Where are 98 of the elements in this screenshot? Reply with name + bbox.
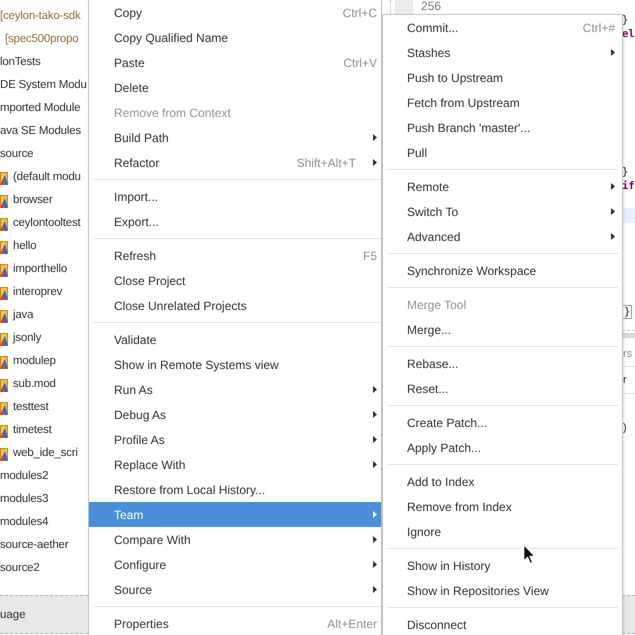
tree-item[interactable]: sub.mod (0, 373, 56, 396)
tree-item[interactable]: java (0, 304, 34, 327)
package-icon (0, 194, 8, 208)
code-text: } (622, 13, 628, 27)
keyboard-shortcut: Ctrl+# (582, 20, 615, 34)
package-icon (0, 170, 8, 184)
package-icon (0, 424, 8, 438)
tree-item[interactable]: interoprev (0, 281, 62, 304)
menu-item[interactable]: Reset... (383, 376, 622, 401)
package-icon (0, 378, 8, 392)
menu-item[interactable]: Copy Ctrl+C (89, 0, 381, 25)
menu-item[interactable]: Delete (89, 75, 381, 100)
menu-item[interactable]: Push Branch 'master'... (383, 115, 622, 140)
menu-item[interactable]: Add to Index (383, 469, 622, 494)
menu-item[interactable]: Debug As (89, 402, 381, 427)
code-text: if (622, 179, 635, 193)
menu-item[interactable]: Compare With (89, 527, 381, 552)
tree-item[interactable]: mported Module (0, 97, 80, 120)
keyboard-shortcut: F5 (362, 248, 377, 262)
tree-item[interactable]: ceylontooltest (0, 212, 81, 235)
menu-item[interactable]: Disconnect (383, 612, 622, 635)
tree-item[interactable]: modules2 (0, 465, 48, 488)
editor-gutter (395, 0, 413, 14)
tree-item[interactable]: web_ide_scri (0, 442, 78, 465)
package-icon (0, 332, 8, 346)
keyboard-shortcut: Shift+Alt+T (296, 156, 356, 170)
menu-item[interactable]: Rebase... (383, 351, 622, 376)
tree-item[interactable]: testtest (0, 396, 48, 419)
column-header: r (623, 374, 627, 386)
package-icon (0, 240, 8, 254)
menu-item[interactable]: Ignore (383, 519, 622, 544)
current-line-highlight (622, 208, 635, 223)
package-icon (0, 262, 8, 276)
menu-item[interactable]: Import... (89, 184, 381, 209)
menu-item[interactable]: Show in Remote Systems view (89, 352, 381, 377)
tree-item[interactable]: modulep (0, 350, 56, 373)
menu-item[interactable]: Synchronize Workspace (383, 258, 622, 283)
menu-item[interactable]: Fetch from Upstream (383, 90, 622, 115)
menu-item[interactable]: Remote (383, 174, 622, 199)
package-icon (0, 400, 8, 414)
menu-item[interactable]: Profile As (89, 427, 381, 452)
menu-item[interactable]: Close Project (89, 268, 381, 293)
tree-item[interactable]: modules4 (0, 511, 48, 534)
keyboard-shortcut: Alt+Enter (327, 616, 377, 630)
table-cell: ) (623, 422, 627, 434)
menu-item[interactable]: Switch To (383, 199, 622, 224)
menu-item[interactable]: Apply Patch... (383, 435, 622, 460)
tree-item[interactable]: importhello (0, 258, 68, 281)
panel-title: uage (0, 608, 26, 620)
package-icon (0, 216, 8, 230)
code-text: } (622, 165, 628, 179)
menu-item[interactable]: Remove from Index (383, 494, 622, 519)
menu-item[interactable]: Show in Repositories View (383, 578, 622, 603)
menu-item[interactable]: Source (89, 577, 381, 602)
package-icon (0, 286, 8, 300)
menu-item[interactable]: Copy Qualified Name (89, 25, 381, 50)
menu-item[interactable]: Refactor Shift+Alt+T (89, 150, 381, 175)
menu-item[interactable]: Paste Ctrl+V (89, 50, 381, 75)
menu-item[interactable]: Run As (89, 377, 381, 402)
menu-item[interactable]: Close Unrelated Projects (89, 293, 381, 318)
tree-item[interactable]: source2 (0, 557, 40, 580)
tree-item[interactable]: (default modu (0, 166, 81, 189)
line-number: 256 (420, 0, 442, 14)
tree-item[interactable]: browser (0, 189, 53, 212)
menu-item[interactable]: Build Path (89, 125, 381, 150)
menu-item[interactable]: Refresh F5 (89, 243, 381, 268)
tree-item[interactable]: [ceylon-tako-sdk (0, 5, 81, 28)
menu-item[interactable]: Advanced (383, 224, 622, 249)
tree-item[interactable]: timetest (0, 419, 52, 442)
keyboard-shortcut: Ctrl+V (343, 56, 377, 70)
tree-item[interactable]: source (0, 143, 34, 166)
menu-item[interactable]: Restore from Local History... (89, 477, 381, 502)
keyboard-shortcut: Ctrl+C (342, 6, 377, 20)
menu-item[interactable]: Merge... (383, 317, 622, 342)
tree-item[interactable]: source-aether (0, 534, 68, 557)
menu-item[interactable]: Validate (89, 327, 381, 352)
tree-item[interactable]: jsonly (0, 327, 42, 350)
menu-item[interactable]: Commit... Ctrl+# (383, 15, 622, 40)
mouse-pointer-icon (523, 544, 536, 565)
tree-item[interactable]: modules3 (0, 488, 48, 511)
menu-item[interactable]: Pull (383, 140, 622, 165)
menu-item[interactable]: Create Patch... (383, 410, 622, 435)
package-icon (0, 308, 8, 322)
tree-item[interactable]: ava SE Modules (0, 120, 81, 143)
tree-item[interactable]: hello (0, 235, 36, 258)
menu-item[interactable]: Show in History (383, 553, 622, 578)
tree-item[interactable]: lonTests (0, 51, 41, 74)
menu-item[interactable]: Replace With (89, 452, 381, 477)
menu-item[interactable]: Export... (89, 209, 381, 234)
menu-item[interactable]: Push to Upstream (383, 65, 622, 90)
code-text: el (622, 27, 635, 41)
package-icon (0, 446, 8, 460)
menu-item[interactable]: Properties Alt+Enter (89, 611, 381, 635)
menu-item[interactable]: Stashes (383, 40, 622, 65)
tree-item[interactable]: DE System Modu (0, 74, 87, 97)
tree-item[interactable]: [spec500propo (5, 28, 78, 51)
package-icon (0, 354, 8, 368)
menu-item[interactable]: Configure (89, 552, 381, 577)
